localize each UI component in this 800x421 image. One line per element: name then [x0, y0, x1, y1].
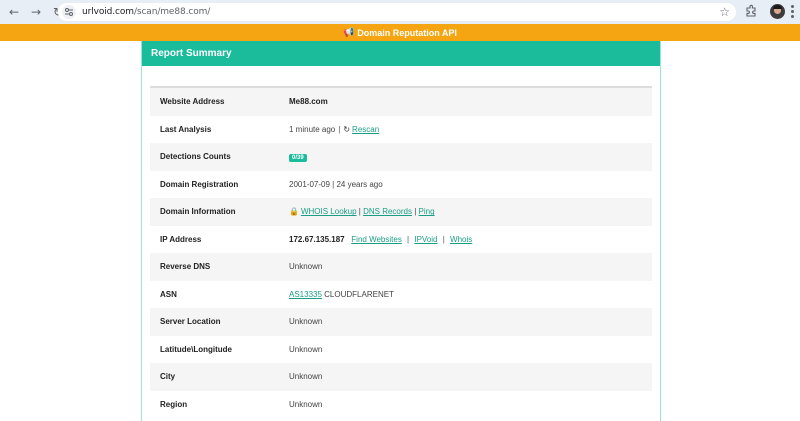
ip-address-value: 172.67.135.187: [289, 234, 345, 244]
table-row: Domain Information 🔒 WHOIS Lookup | DNS R…: [150, 198, 652, 226]
reverse-dns-value: Unknown: [289, 262, 323, 272]
browser-toolbar: ← → ↻ urlvoid.com/scan/me88.com/ ☆: [0, 0, 800, 24]
url-host: urlvoid.com: [82, 7, 134, 17]
api-banner[interactable]: 📢 Domain Reputation API: [0, 24, 800, 41]
ipvoid-link[interactable]: IPVoid: [414, 235, 437, 244]
separator: |: [404, 234, 412, 244]
row-label: City: [160, 372, 176, 382]
asn-name: CLOUDFLARENET: [324, 289, 394, 299]
table-row: Last Analysis 1 minute ago | ↻ Rescan: [150, 116, 652, 144]
avatar-hair: [773, 5, 782, 9]
whois-lookup-link[interactable]: WHOIS Lookup: [301, 207, 357, 216]
table-row: Domain Registration 2001-07-09 | 24 year…: [150, 171, 652, 199]
rescan-link[interactable]: Rescan: [352, 125, 379, 134]
asn-link[interactable]: AS13335: [289, 290, 322, 299]
url-path: /scan/me88.com/: [133, 7, 211, 17]
row-label: Domain Information: [160, 207, 236, 217]
website-address-value: Me88.com: [289, 97, 328, 107]
table-row: Latitude\Longitude Unknown: [150, 336, 652, 364]
row-label: Website Address: [160, 97, 225, 107]
bookmark-star-icon[interactable]: ☆: [719, 5, 730, 19]
region-value: Unknown: [289, 399, 323, 409]
row-label: ASN: [160, 289, 177, 299]
profile-avatar[interactable]: [770, 4, 785, 19]
table-row: Detections Counts 0/39: [150, 143, 652, 171]
find-websites-link[interactable]: Find Websites: [351, 235, 402, 244]
row-value: 1 minute ago | ↻ Rescan: [289, 125, 652, 134]
lat-long-value: Unknown: [289, 344, 323, 354]
card-header: Report Summary: [142, 41, 660, 66]
separator: |: [338, 124, 341, 134]
row-value: AS13335 CLOUDFLARENET: [289, 290, 652, 299]
table-row: Reverse DNS Unknown: [150, 253, 652, 281]
back-arrow-icon[interactable]: ←: [5, 3, 23, 21]
table-row: City Unknown: [150, 363, 652, 391]
row-label: Latitude\Longitude: [160, 344, 232, 354]
refresh-icon[interactable]: ↻: [343, 125, 350, 134]
row-value: 0/39: [289, 152, 652, 162]
table-row: ASN AS13335 CLOUDFLARENET: [150, 281, 652, 309]
city-value: Unknown: [289, 372, 323, 382]
menu-kebab-icon[interactable]: [791, 5, 794, 18]
server-location-value: Unknown: [289, 317, 323, 327]
dns-records-link[interactable]: DNS Records: [363, 207, 412, 216]
banner-text: Domain Reputation API: [357, 27, 457, 38]
site-info-icon[interactable]: [62, 5, 76, 19]
detections-badge: 0/39: [289, 153, 307, 162]
row-value: 172.67.135.187 Find Websites | IPVoid | …: [289, 235, 652, 244]
address-bar[interactable]: urlvoid.com/scan/me88.com/ ☆: [58, 3, 736, 21]
table-row: Server Location Unknown: [150, 308, 652, 336]
ping-link[interactable]: Ping: [419, 207, 435, 216]
card-title: Report Summary: [151, 48, 232, 59]
url-text[interactable]: urlvoid.com/scan/me88.com/: [82, 7, 210, 17]
domain-registration-value: 2001-07-09 | 24 years ago: [289, 179, 383, 189]
row-label: Reverse DNS: [160, 262, 211, 272]
row-label: Domain Registration: [160, 179, 239, 189]
lock-icon: 🔒: [289, 207, 299, 217]
row-label: Detections Counts: [160, 152, 231, 162]
extensions-icon[interactable]: [744, 4, 758, 18]
table-row: Website Address Me88.com: [150, 88, 652, 116]
row-value: Me88.com: [289, 97, 652, 106]
report-table: Website Address Me88.com Last Analysis 1…: [150, 86, 652, 418]
last-analysis-value: 1 minute ago: [289, 124, 336, 134]
megaphone-icon: 📢: [343, 27, 355, 38]
forward-arrow-icon[interactable]: →: [27, 3, 45, 21]
row-label: IP Address: [160, 234, 202, 244]
row-label: Last Analysis: [160, 124, 212, 134]
row-label: Server Location: [160, 317, 221, 327]
row-value: 🔒 WHOIS Lookup | DNS Records | Ping: [289, 207, 652, 216]
report-card: Report Summary Website Address Me88.com …: [141, 41, 661, 421]
whois-link[interactable]: Whois: [450, 235, 472, 244]
table-row: IP Address 172.67.135.187 Find Websites …: [150, 226, 652, 254]
separator: |: [440, 234, 448, 244]
row-label: Region: [160, 399, 188, 409]
table-row: Region Unknown: [150, 391, 652, 419]
